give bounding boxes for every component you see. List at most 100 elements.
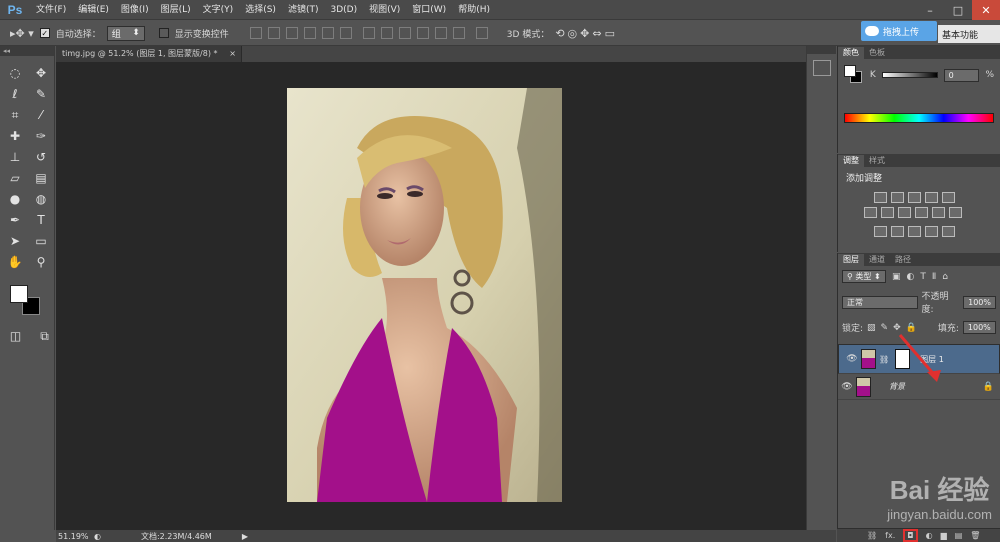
color-swatches[interactable] (8, 285, 44, 319)
exposure-adj-icon[interactable] (925, 192, 938, 203)
gradient-tool-icon[interactable]: ▤ (30, 169, 52, 187)
menu-window[interactable]: 窗口(W) (406, 0, 452, 20)
tools-collapse-icon[interactable]: ◂◂ (0, 46, 54, 56)
close-document-icon[interactable]: × (229, 46, 236, 62)
fill-input[interactable]: 100% (962, 321, 996, 334)
selective-color-adj-icon[interactable] (942, 226, 955, 237)
align-vcenter-icon[interactable] (267, 27, 280, 39)
k-channel-input[interactable]: 0 (943, 68, 980, 82)
visibility-eye-icon[interactable]: 👁 (838, 382, 856, 392)
new-layer-icon[interactable]: ▤ (955, 531, 963, 540)
align-top-icon[interactable] (249, 27, 262, 39)
k-channel-slider[interactable] (881, 72, 938, 78)
zoom-level[interactable]: 51.19% (56, 532, 94, 541)
threshold-adj-icon[interactable] (908, 226, 921, 237)
tab-layers[interactable]: 图层 (838, 254, 864, 266)
align-left-icon[interactable] (303, 27, 316, 39)
photo-filter-adj-icon[interactable] (915, 207, 928, 218)
align-hcenter-icon[interactable] (321, 27, 334, 39)
3d-tools[interactable]: ⟲◎✥⇔▭ (555, 27, 618, 40)
vibrance-adj-icon[interactable] (942, 192, 955, 203)
menu-edit[interactable]: 编辑(E) (72, 0, 115, 20)
distribute-vcenter-icon[interactable] (380, 27, 393, 39)
adjustment-layer-icon[interactable]: ◐ (926, 531, 933, 540)
brush-tool-icon[interactable]: ✑ (30, 127, 52, 145)
eraser-tool-icon[interactable]: ▱ (4, 169, 26, 187)
color-spectrum[interactable] (844, 113, 994, 123)
add-mask-icon[interactable]: ◘ (903, 529, 918, 542)
hue-adj-icon[interactable] (864, 207, 877, 218)
path-select-icon[interactable]: ➤ (4, 232, 26, 250)
minimize-icon[interactable]: – (916, 0, 944, 20)
clone-stamp-icon[interactable]: ⊥ (4, 148, 26, 166)
distribute-hcenter-icon[interactable] (434, 27, 447, 39)
color-balance-adj-icon[interactable] (881, 207, 894, 218)
tab-color[interactable]: 颜色 (838, 47, 864, 59)
eyedropper-tool-icon[interactable]: ⁄ (30, 106, 52, 124)
blur-tool-icon[interactable]: ● (4, 190, 26, 208)
link-layers-icon[interactable]: ⛓ (867, 531, 877, 540)
curves-adj-icon[interactable] (908, 192, 921, 203)
distribute-right-icon[interactable] (452, 27, 465, 39)
tab-styles[interactable]: 样式 (864, 155, 890, 167)
shape-tool-icon[interactable]: ▭ (30, 232, 52, 250)
status-menu-arrow-icon[interactable]: ▶ (242, 532, 248, 541)
opacity-input[interactable]: 100% (963, 295, 996, 309)
menu-help[interactable]: 帮助(H) (452, 0, 496, 20)
menu-3d[interactable]: 3D(D) (324, 0, 363, 20)
new-group-icon[interactable]: ▆ (941, 531, 947, 540)
menu-file[interactable]: 文件(F) (30, 0, 72, 20)
distribute-top-icon[interactable] (362, 27, 375, 39)
dodge-tool-icon[interactable]: ◍ (30, 190, 52, 208)
posterize-adj-icon[interactable] (891, 226, 904, 237)
quick-mask-icon[interactable]: ◫ (6, 327, 25, 345)
quick-select-tool-icon[interactable]: ✎ (30, 85, 52, 103)
menu-view[interactable]: 视图(V) (363, 0, 406, 20)
document-canvas-image[interactable] (287, 88, 562, 502)
panel-fg-swatch[interactable] (844, 65, 856, 77)
distribute-left-icon[interactable] (416, 27, 429, 39)
layer-filter-dropdown[interactable]: ⚲ 类型 ⬍ (842, 270, 886, 283)
close-icon[interactable]: ✕ (972, 0, 1000, 20)
lasso-tool-icon[interactable]: ℓ (4, 85, 26, 103)
healing-brush-icon[interactable]: ✚ (4, 127, 26, 145)
document-tab[interactable]: timg.jpg @ 51.2% (图层 1, 图层蒙版/8) * × (56, 46, 242, 62)
status-info-icon[interactable]: ◐ (94, 532, 101, 541)
pen-tool-icon[interactable]: ✒ (4, 211, 26, 229)
screen-mode-icon[interactable]: ⧉ (35, 327, 54, 345)
menu-select[interactable]: 选择(S) (239, 0, 282, 20)
marquee-tool-icon[interactable]: ◌ (4, 64, 26, 82)
tab-channels[interactable]: 通道 (864, 254, 890, 266)
zoom-tool-icon[interactable]: ⚲ (30, 253, 52, 271)
move-tool-icon[interactable]: ▸✥ ▾ (10, 27, 34, 40)
menu-filter[interactable]: 滤镜(T) (282, 0, 325, 20)
tab-adjustments[interactable]: 调整 (838, 155, 864, 167)
menu-layer[interactable]: 图层(L) (155, 0, 197, 20)
crop-tool-icon[interactable]: ⌗ (4, 106, 26, 124)
menu-type[interactable]: 文字(Y) (197, 0, 240, 20)
invert-adj-icon[interactable] (874, 226, 887, 237)
panel-collapse-icon[interactable] (807, 46, 836, 54)
workspace-dropdown[interactable]: 基本功能 (938, 25, 1000, 43)
show-transform-checkbox[interactable] (158, 28, 169, 38)
brightness-adj-icon[interactable] (874, 192, 887, 203)
blend-mode-dropdown[interactable]: 正常 (842, 295, 918, 309)
history-panel-icon[interactable] (812, 60, 831, 76)
tab-paths[interactable]: 路径 (890, 254, 916, 266)
move-tool-icon[interactable]: ✥ (30, 64, 52, 82)
mask-link-icon[interactable]: ⛓ (879, 355, 889, 364)
cloud-upload-button[interactable]: 拖拽上传 (861, 21, 937, 41)
auto-align-icon[interactable] (475, 27, 488, 39)
history-brush-icon[interactable]: ↺ (30, 148, 52, 166)
hand-tool-icon[interactable]: ✋ (4, 253, 26, 271)
tab-swatches[interactable]: 色板 (864, 47, 890, 59)
color-lookup-adj-icon[interactable] (949, 207, 962, 218)
auto-select-checkbox[interactable]: ✓ (39, 28, 50, 38)
channel-mixer-adj-icon[interactable] (932, 207, 945, 218)
distribute-bottom-icon[interactable] (398, 27, 411, 39)
menu-image[interactable]: 图像(I) (115, 0, 155, 20)
levels-adj-icon[interactable] (891, 192, 904, 203)
foreground-color-swatch[interactable] (10, 285, 28, 303)
layer-filter-icons[interactable]: ▣◐TⅡ⌂ (892, 272, 954, 282)
visibility-eye-icon[interactable]: 👁 (843, 354, 861, 364)
